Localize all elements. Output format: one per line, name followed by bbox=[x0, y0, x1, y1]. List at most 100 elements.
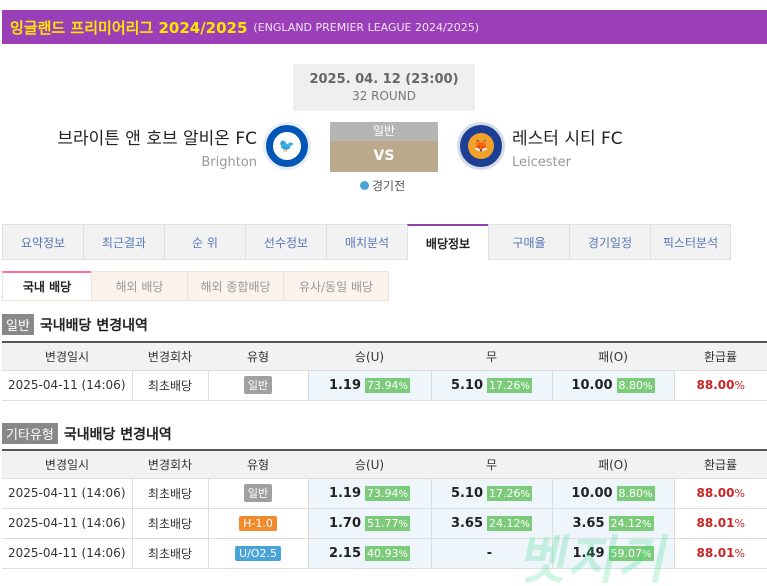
status-dot-icon bbox=[360, 181, 369, 190]
tab-9[interactable]: 픽스터분석 bbox=[650, 224, 731, 260]
percent-unit: % bbox=[734, 487, 745, 500]
win-odds[interactable]: 2.15 40.93% bbox=[307, 538, 431, 569]
tab-6[interactable]: 배당정보 bbox=[407, 224, 488, 260]
bet-type: 일반 bbox=[207, 478, 308, 509]
away-team[interactable]: 레스터 시티 FC Leicester bbox=[512, 124, 623, 170]
win-odds-value: 2.15 bbox=[328, 545, 362, 561]
percent-unit: % bbox=[520, 518, 531, 530]
column-header: 변경일시 bbox=[2, 449, 132, 479]
tab-2[interactable]: 최근결과 bbox=[83, 224, 164, 260]
percent-unit: % bbox=[398, 488, 409, 500]
percent-unit: % bbox=[642, 518, 652, 530]
league-subtitle: (ENGLAND PREMIER LEAGUE 2024/2025) bbox=[253, 20, 479, 34]
brighton-logo-icon[interactable]: 🐦 bbox=[263, 122, 311, 170]
draw-odds[interactable]: 5.10 17.26% bbox=[430, 370, 552, 401]
table-row[interactable]: 2025-04-11 (14:06) 최초배당 일반 1.19 73.94% 5.10 17… bbox=[2, 370, 767, 401]
away-team-en: Leicester bbox=[512, 155, 571, 170]
draw-odds-value: 5.10 bbox=[450, 485, 484, 501]
change-round: 최초배당 bbox=[131, 370, 208, 401]
section-other-heading: 국내배당 변경내역 bbox=[63, 426, 172, 443]
lose-odds-value: 10.00 bbox=[571, 377, 613, 393]
odds-table-other: 변경일시 변경회차 유형 승(U) 무 패(O) 환급률 2025-04-11 (14:06… bbox=[2, 449, 767, 569]
win-odds-percent: 51.77% bbox=[365, 515, 411, 531]
tab-7[interactable]: 구매율 bbox=[488, 224, 569, 260]
table-row[interactable]: 2025-04-11 (14:06) 최초배당 일반 1.19 73.94% 5.10 17… bbox=[2, 478, 767, 509]
column-header: 무 bbox=[431, 449, 552, 479]
tab-8[interactable]: 경기일정 bbox=[569, 224, 650, 260]
leicester-logo-icon[interactable]: 🦊 bbox=[457, 122, 505, 170]
lose-odds[interactable]: 3.65 24.12% bbox=[551, 508, 674, 539]
subtab-2[interactable]: 해외 배당 bbox=[91, 271, 187, 301]
odds-table-general: 변경일시 변경회차 유형 승(U) 무 패(O) 환급률 2025-04-11 (14:06… bbox=[2, 341, 767, 401]
match-status: 경기전 bbox=[360, 177, 405, 194]
return-rate: 88.00% bbox=[673, 370, 767, 401]
lose-odds-value: 10.00 bbox=[571, 485, 613, 501]
subtab-3[interactable]: 해외 종합배당 bbox=[187, 271, 283, 301]
lose-odds[interactable]: 1.49 59.07% bbox=[551, 538, 674, 569]
league-header: 잉글랜드 프리미어리그 2024/2025 (ENGLAND PREMIER L… bbox=[2, 10, 767, 44]
tab-3[interactable]: 순 위 bbox=[164, 224, 245, 260]
odds-subtabs: 국내 배당 해외 배당 해외 종합배당 유사/동일 배당 bbox=[2, 271, 389, 301]
percent-unit: % bbox=[734, 379, 745, 392]
lose-odds-percent: 8.80% bbox=[616, 485, 655, 501]
home-team[interactable]: 브라이튼 앤 호브 알비온 FC Brighton bbox=[57, 124, 257, 170]
change-date: 2025-04-11 (14:06) bbox=[2, 478, 132, 509]
section-general-title: 일반 국내배당 변경내역 bbox=[2, 314, 148, 335]
change-date: 2025-04-11 (14:06) bbox=[2, 538, 132, 569]
section-general-heading: 국내배당 변경내역 bbox=[39, 317, 148, 334]
percent-unit: % bbox=[642, 548, 652, 560]
change-round: 최초배당 bbox=[131, 478, 208, 509]
draw-odds-value: 5.10 bbox=[450, 377, 484, 393]
win-odds-value: 1.19 bbox=[328, 485, 362, 501]
win-odds[interactable]: 1.19 73.94% bbox=[307, 478, 431, 509]
win-odds[interactable]: 1.70 51.77% bbox=[307, 508, 431, 539]
lose-odds-percent: 59.07% bbox=[608, 545, 654, 561]
bet-type-badge: U/O2.5 bbox=[235, 545, 281, 561]
change-date: 2025-04-11 (14:06) bbox=[2, 508, 132, 539]
section-other-title: 기타유형 국내배당 변경내역 bbox=[2, 423, 172, 444]
return-rate-value: 88.00% bbox=[696, 486, 745, 500]
percent-unit: % bbox=[643, 380, 653, 392]
tab-1[interactable]: 요약정보 bbox=[2, 224, 83, 260]
subtab-4[interactable]: 유사/동일 배당 bbox=[283, 271, 389, 301]
match-type: 일반 bbox=[330, 122, 438, 141]
column-header: 변경일시 bbox=[2, 341, 132, 371]
home-team-en: Brighton bbox=[201, 155, 257, 170]
table-header-row: 변경일시 변경회차 유형 승(U) 무 패(O) 환급률 bbox=[2, 449, 767, 479]
column-header: 변경회차 bbox=[132, 341, 208, 371]
win-odds-percent: 40.93% bbox=[365, 545, 411, 561]
draw-odds-percent: 17.26% bbox=[487, 377, 533, 393]
change-date: 2025-04-11 (14:06) bbox=[2, 370, 132, 401]
table-row[interactable]: 2025-04-11 (14:06) 최초배당 H-1.0 1.70 51.77% 3.6… bbox=[2, 508, 767, 539]
match-datetime: 2025. 04. 12 (23:00) bbox=[309, 72, 459, 87]
bet-type-badge: 일반 bbox=[243, 376, 273, 394]
lose-odds[interactable]: 10.00 8.80% bbox=[551, 478, 674, 509]
lose-odds[interactable]: 10.00 8.80% bbox=[551, 370, 674, 401]
win-odds-value: 1.19 bbox=[328, 377, 362, 393]
column-header: 환급률 bbox=[674, 449, 767, 479]
away-team-name: 레스터 시티 FC bbox=[512, 129, 623, 149]
subtab-1[interactable]: 국내 배당 bbox=[2, 271, 91, 301]
draw-odds[interactable]: 3.65 24.12% bbox=[430, 508, 552, 539]
column-header: 유형 bbox=[208, 449, 308, 479]
column-header: 유형 bbox=[208, 341, 308, 371]
tab-4[interactable]: 선수정보 bbox=[245, 224, 326, 260]
percent-unit: % bbox=[520, 380, 531, 392]
return-rate: 88.01% bbox=[673, 508, 767, 539]
percent-unit: % bbox=[398, 548, 409, 560]
league-title: 잉글랜드 프리미어리그 2024/2025 bbox=[10, 18, 248, 37]
column-header: 승(U) bbox=[308, 341, 431, 371]
draw-odds[interactable]: 5.10 17.26% bbox=[430, 478, 552, 509]
lose-odds-percent: 8.80% bbox=[616, 377, 655, 393]
column-header: 패(O) bbox=[552, 341, 674, 371]
column-header: 승(U) bbox=[308, 449, 431, 479]
win-odds[interactable]: 1.19 73.94% bbox=[307, 370, 431, 401]
draw-odds[interactable]: - bbox=[430, 538, 552, 569]
section-other-tag: 기타유형 bbox=[2, 423, 58, 444]
table-row[interactable]: 2025-04-11 (14:06) 최초배당 U/O2.5 2.15 40.93% - 1… bbox=[2, 538, 767, 569]
bet-type-badge: H-1.0 bbox=[239, 515, 277, 531]
tab-5[interactable]: 매치분석 bbox=[326, 224, 407, 260]
return-rate-value: 88.00% bbox=[696, 378, 745, 392]
bet-type: U/O2.5 bbox=[207, 538, 308, 569]
bet-type: 일반 bbox=[207, 370, 308, 401]
